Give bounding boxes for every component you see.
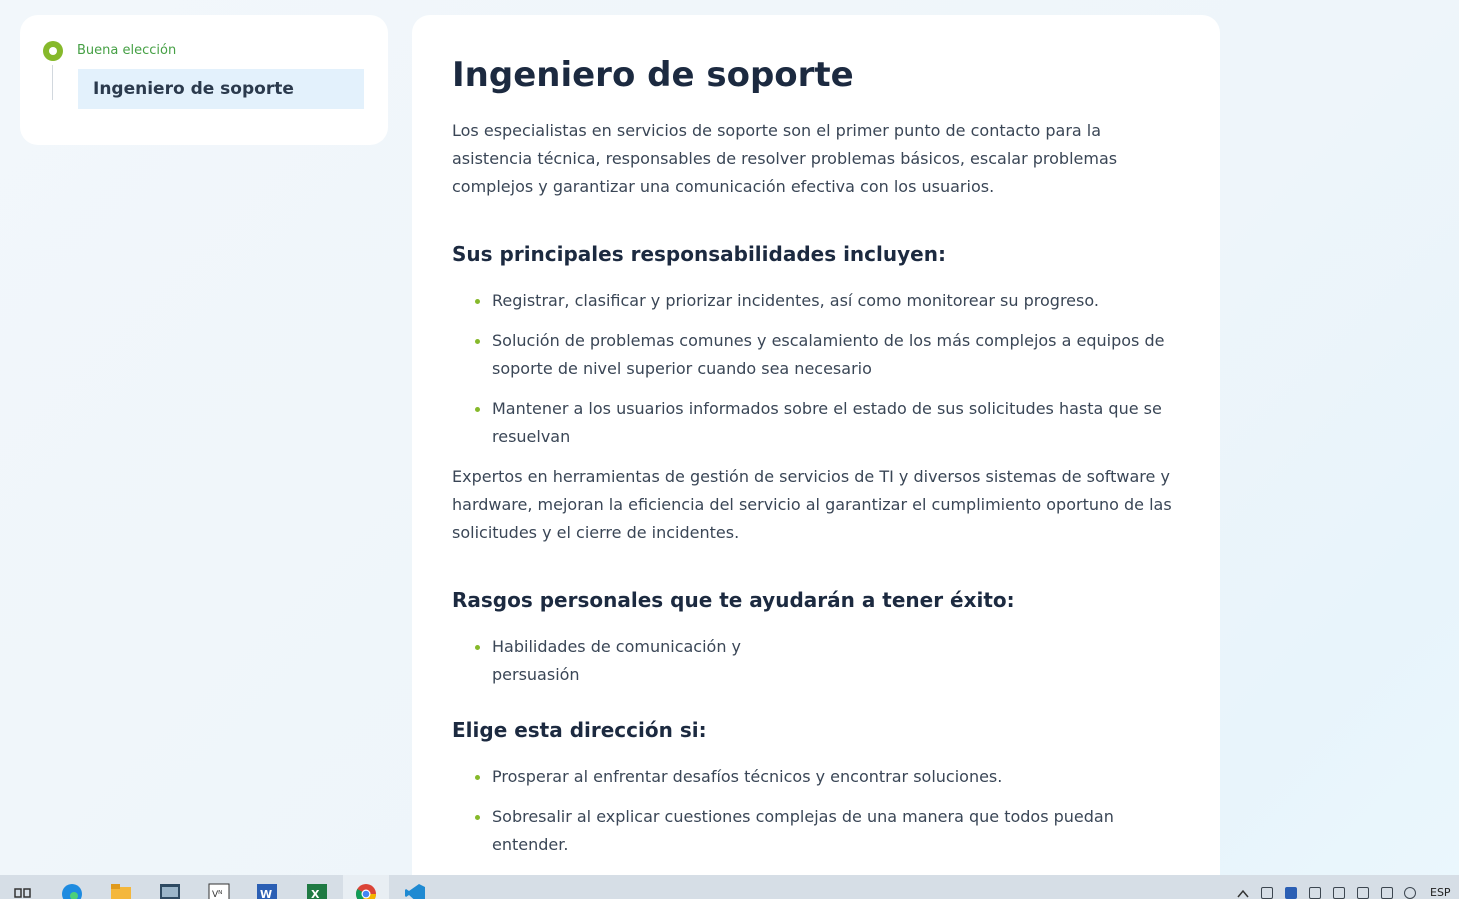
traits-heading: Rasgos personales que te ayudarán a tene…: [452, 588, 1015, 612]
camera-icon[interactable]: [1333, 887, 1345, 899]
list-item: Prosperar al enfrentar desafíos técnicos…: [475, 763, 1180, 791]
step-label: Buena elección: [77, 43, 177, 58]
excel-icon[interactable]: X: [306, 881, 328, 899]
edge-icon[interactable]: [61, 881, 83, 899]
task-view-icon[interactable]: [12, 881, 34, 899]
vscode-icon[interactable]: [404, 881, 426, 899]
sync-icon[interactable]: [1357, 887, 1369, 899]
svg-text:X: X: [311, 888, 320, 899]
shield-icon[interactable]: [1309, 887, 1321, 899]
list-item: Sobresalir al explicar cuestiones comple…: [475, 803, 1180, 859]
direction-heading: Elige esta dirección si:: [452, 718, 707, 742]
svg-text:Vᴺ: Vᴺ: [212, 890, 222, 899]
page-title: Ingeniero de soporte: [452, 55, 854, 95]
app-window-icon[interactable]: [159, 881, 181, 899]
list-item: Mantener a los usuarios informados sobre…: [475, 395, 1180, 451]
traits-list: Habilidades de comunicación y persuasión: [452, 633, 1180, 689]
responsibilities-heading: Sus principales responsabilidades incluy…: [452, 242, 946, 266]
role-description-card: Ingeniero de soporte Los especialistas e…: [412, 15, 1220, 895]
vnc-viewer-icon[interactable]: Vᴺ: [208, 881, 230, 899]
chevron-up-icon[interactable]: [1237, 888, 1249, 899]
direction-list: Prosperar al enfrentar desafíos técnicos…: [452, 763, 1180, 859]
intro-paragraph: Los especialistas en servicios de soport…: [452, 121, 1118, 196]
network-icon[interactable]: [1381, 887, 1393, 899]
volume-icon[interactable]: [1404, 887, 1416, 899]
list-item: Registrar, clasificar y priorizar incide…: [475, 287, 1180, 315]
language-indicator[interactable]: ESP: [1430, 886, 1451, 899]
experts-paragraph: Expertos en herramientas de gestión de s…: [452, 467, 1172, 542]
list-item: Habilidades de comunicación y persuasión: [475, 633, 792, 689]
svg-text:W: W: [260, 888, 272, 899]
list-item: Solución de problemas comunes y escalami…: [475, 327, 1180, 383]
step-connector: [52, 65, 53, 100]
word-icon[interactable]: W: [256, 881, 278, 899]
user-security-icon[interactable]: [1285, 887, 1297, 899]
career-path-panel: Buena elección Ingeniero de soporte: [20, 15, 388, 145]
taskbar: Vᴺ W X ESP: [0, 875, 1459, 899]
sidebar-item-ingeniero-de-soporte[interactable]: Ingeniero de soporte: [78, 69, 364, 109]
step-indicator-icon: [43, 41, 63, 61]
printer-icon[interactable]: [1261, 887, 1273, 899]
responsibilities-list: Registrar, clasificar y priorizar incide…: [452, 287, 1180, 451]
file-explorer-icon[interactable]: [110, 881, 132, 899]
chrome-icon[interactable]: [355, 881, 377, 899]
